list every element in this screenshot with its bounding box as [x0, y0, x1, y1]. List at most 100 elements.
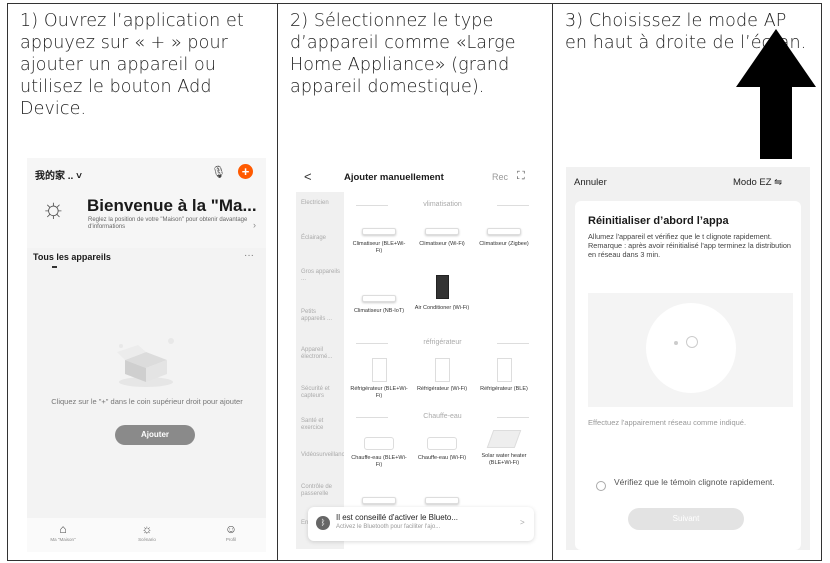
device-label: Climatiseur (Zigbee)	[479, 241, 529, 247]
device-circle	[646, 303, 736, 393]
step-1-column: 1) Ouvrez l’application et appuyez sur «…	[8, 4, 278, 560]
back-icon[interactable]: <	[304, 169, 312, 184]
category-item[interactable]: Santé et exercice	[301, 418, 341, 432]
device-fridge-ble-wifi[interactable]: Réfrigérateur (BLE+Wi-Fi)	[350, 358, 408, 400]
pairing-instruction: Effectuez l'appairement réseau comme ind…	[588, 418, 747, 427]
add-device-plus-icon[interactable]: +	[238, 164, 253, 179]
step-1-text: 1) Ouvrez l’application et appuyez sur «…	[20, 11, 244, 119]
device-fridge-ble[interactable]: Réfrigérateur (BLE)	[475, 358, 533, 393]
add-manual-title: Ajouter manuellement	[344, 172, 444, 183]
device-heater-ble-wifi[interactable]: Chauffe-eau (BLE+Wi-Fi)	[350, 437, 408, 469]
device-partial[interactable]	[413, 497, 471, 504]
reset-instructions: Allumez l'appareil et vérifiez que le t …	[588, 232, 791, 259]
water-heater-icon	[427, 437, 457, 450]
solar-panel-icon	[486, 430, 522, 448]
arrow-up-icon	[736, 29, 816, 159]
home-icon: ⌂	[59, 522, 67, 536]
category-item[interactable]: Contrôle de passerelle	[301, 484, 341, 498]
phone-screen-reset: Annuler Modo EZ ⇋ Réinitialiser d’abord …	[566, 167, 810, 550]
tower-conditioner-icon	[435, 275, 449, 299]
step-2-text: 2) Sélectionnez le type d’appareil comme…	[290, 11, 516, 97]
step-3-column: 3) Choisissez le mode AP en haut à droit…	[553, 4, 821, 560]
add-button[interactable]: Ajouter	[115, 425, 195, 445]
device-heater-wifi[interactable]: Chauffe-eau (Wi-Fi)	[413, 437, 471, 462]
bluetooth-banner-subtitle: Activez le Bluetooth pour faciliter l'aj…	[336, 524, 441, 530]
refrigerator-icon	[371, 358, 387, 382]
bluetooth-banner-title: Il est conseillé d'activer le Blueto...	[336, 513, 459, 522]
indicator-ring	[686, 336, 698, 348]
device-label: Air Conditioner (Wi-Fi)	[414, 305, 470, 311]
device-ac-ble-wifi[interactable]: Climatiseur (BLE+Wi-Fi)	[350, 228, 408, 255]
air-conditioner-icon	[362, 228, 396, 235]
scan-icon[interactable]: ⛶	[517, 170, 525, 183]
scenario-icon: ☼	[141, 522, 153, 536]
appliance-icon	[425, 497, 459, 504]
air-conditioner-icon	[425, 228, 459, 235]
profile-icon: ☺	[224, 522, 238, 536]
welcome-subtitle: Reglez la position de votre "Maison" pou…	[88, 217, 248, 230]
tab-profile[interactable]: ☺ Profil	[201, 522, 261, 542]
device-label: Solar water heater (BLE+Wi-Fi)	[481, 453, 527, 466]
category-item[interactable]: Electricien	[301, 200, 341, 207]
device-label: Réfrigérateur (Wi-Fi)	[416, 386, 468, 392]
device-partial[interactable]	[350, 497, 408, 504]
device-grid: vlimatisation Climatiseur (BLE+Wi-Fi) Cl…	[344, 192, 541, 549]
category-item[interactable]: Appareil électromé...	[301, 347, 341, 361]
add-device-header: < Ajouter manuellement Rec ⛶	[296, 164, 541, 192]
next-button[interactable]: Suivant	[628, 508, 744, 530]
microphone-icon[interactable]: 🎙	[211, 165, 226, 179]
device-label: Chauffe-eau (BLE+Wi-Fi)	[351, 455, 407, 468]
home-selector[interactable]: 我的家 .. ˅	[35, 167, 82, 182]
bottom-tab-bar: ⌂ Ma "Maison" ☼ Scénario ☺ Profil	[27, 518, 266, 552]
all-devices-heading[interactable]: Tous les appareils	[33, 252, 111, 262]
rec-tab[interactable]: Rec	[492, 172, 508, 182]
bluetooth-banner[interactable]: ᛒ Il est conseillé d'activer le Blueto..…	[308, 507, 534, 541]
device-illustration	[588, 293, 793, 407]
category-item[interactable]: Vidéosurveillance	[301, 452, 348, 459]
indicator-dot	[674, 341, 678, 345]
category-item[interactable]: Gros appareils ...	[301, 269, 341, 283]
cancel-button[interactable]: Annuler	[574, 177, 607, 188]
air-conditioner-icon	[487, 228, 521, 235]
welcome-title: Bienvenue à la "Ma...	[87, 196, 257, 215]
confirm-radio[interactable]	[596, 481, 606, 491]
air-conditioner-icon	[362, 295, 396, 302]
category-sidebar: Electricien Éclairage Gros appareils ...…	[296, 192, 348, 549]
category-item[interactable]: Éclairage	[301, 235, 341, 242]
tab-home[interactable]: ⌂ Ma "Maison"	[33, 522, 93, 542]
refrigerator-icon	[434, 358, 450, 382]
mode-selector[interactable]: Modo EZ ⇋	[733, 177, 782, 188]
water-heater-icon	[364, 437, 394, 450]
device-ac-nbiot[interactable]: Climatiseur (NB-IoT)	[350, 295, 408, 315]
device-label: Chauffe-eau (Wi-Fi)	[417, 455, 467, 461]
device-label: Climatiseur (NB-IoT)	[353, 308, 405, 314]
category-item[interactable]: Petits appareils ...	[301, 309, 341, 323]
tab-profile-label: Profil	[225, 537, 237, 542]
sun-icon: ☼	[41, 193, 66, 223]
tab-home-label: Ma "Maison"	[50, 537, 76, 542]
instruction-sheet: 1) Ouvrez l’application et appuyez sur «…	[7, 3, 822, 561]
device-air-conditioner-wifi[interactable]: Air Conditioner (Wi-Fi)	[413, 275, 471, 312]
chevron-right-icon[interactable]: ›	[253, 220, 256, 230]
device-label: Climatiseur (BLE+Wi-Fi)	[352, 241, 406, 254]
phone-screen-home: 我的家 .. ˅ 🎙 + ☼ Bienvenue à la "Ma... Reg…	[27, 158, 266, 552]
reset-title: Réinitialiser d’abord l’appa	[588, 215, 729, 227]
empty-state-text: Cliquez sur le "+" dans le coin supérieu…	[51, 397, 243, 406]
device-solar-heater[interactable]: Solar water heater (BLE+Wi-Fi)	[475, 430, 533, 467]
chevron-right-icon: >	[520, 518, 525, 527]
device-ac-zigbee[interactable]: Climatiseur (Zigbee)	[475, 228, 533, 248]
category-item[interactable]: Sécurité et capteurs	[301, 386, 341, 400]
device-fridge-wifi[interactable]: Réfrigérateur (Wi-Fi)	[413, 358, 471, 393]
refrigerator-icon	[496, 358, 512, 382]
device-ac-wifi[interactable]: Climatiseur (Wi-Fi)	[413, 228, 471, 248]
tab-scenario-label: Scénario	[138, 537, 156, 542]
empty-box-illustration	[117, 338, 174, 387]
tab-scenario[interactable]: ☼ Scénario	[117, 522, 177, 542]
section-air-conditioning: vlimatisation	[344, 201, 541, 208]
more-options-icon[interactable]: ···	[244, 250, 254, 261]
section-refrigerator: réfrigérateur	[344, 339, 541, 346]
device-label: Climatiseur (Wi-Fi)	[419, 241, 465, 247]
step-2-column: 2) Sélectionnez le type d’appareil comme…	[278, 4, 553, 560]
bluetooth-icon: ᛒ	[316, 516, 330, 530]
tab-underline	[52, 266, 57, 268]
